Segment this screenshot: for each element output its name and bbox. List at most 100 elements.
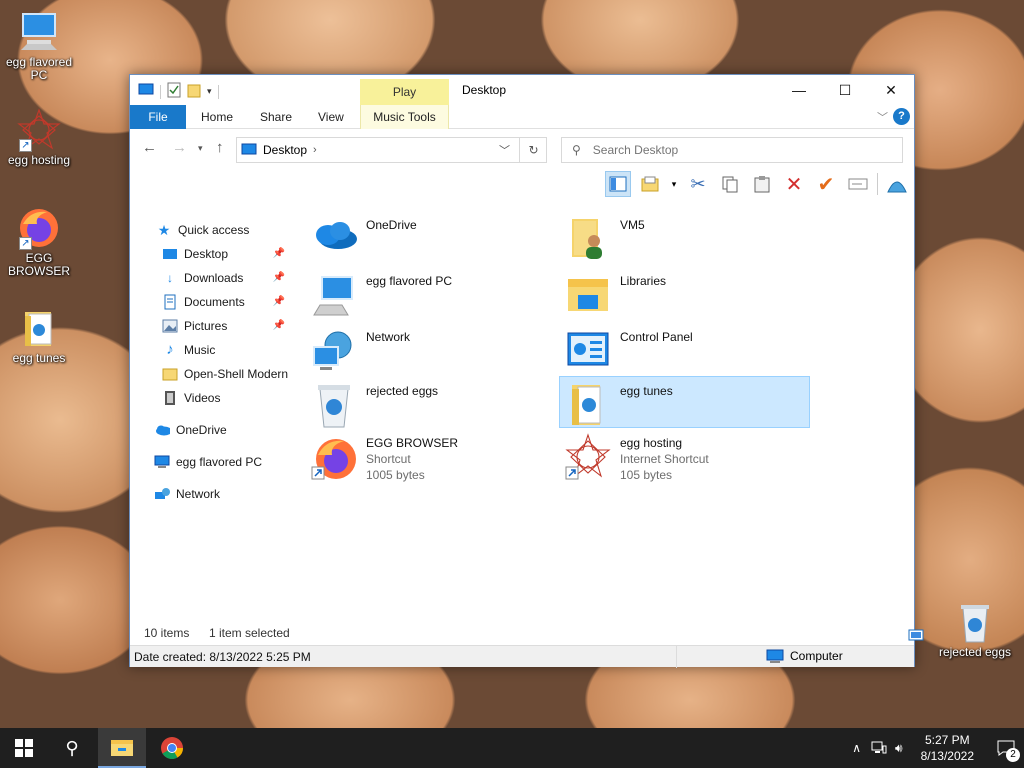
minimize-button[interactable]: — bbox=[776, 75, 822, 105]
copy-button[interactable] bbox=[717, 171, 743, 197]
delete-x-icon: ✕ bbox=[785, 173, 803, 196]
quick-access-toolbar: ▾ bbox=[138, 82, 219, 101]
cut-button[interactable]: ✂ bbox=[685, 171, 711, 197]
properties-icon[interactable] bbox=[167, 82, 181, 101]
notification-badge: 2 bbox=[1006, 748, 1020, 762]
nav-item-label: Documents bbox=[184, 295, 245, 309]
network-status-icon[interactable] bbox=[871, 740, 887, 757]
refresh-button[interactable]: ↻ bbox=[519, 137, 547, 163]
window-title: Desktop bbox=[462, 83, 507, 97]
nav-item-network[interactable]: Network bbox=[130, 483, 295, 505]
desktop-icon-egg-browser[interactable]: ↗ EGG BROWSER bbox=[1, 206, 77, 278]
delete-button[interactable]: ✕ bbox=[781, 171, 807, 197]
file-item-name: OneDrive bbox=[366, 218, 417, 232]
start-button[interactable] bbox=[0, 728, 48, 768]
file-item-rejected-eggs[interactable]: rejected eggs bbox=[306, 377, 556, 429]
forward-arrow-icon[interactable]: → bbox=[172, 139, 187, 156]
volume-icon[interactable]: 🔊︎ bbox=[895, 741, 903, 756]
recent-locations-icon[interactable]: ▾ bbox=[198, 143, 203, 154]
toolbar-divider bbox=[217, 84, 219, 99]
help-icon[interactable]: ? bbox=[893, 108, 910, 125]
tab-music-tools[interactable]: Music Tools bbox=[360, 105, 449, 129]
preview-pane-button[interactable] bbox=[637, 171, 663, 197]
tab-share[interactable]: Share bbox=[246, 105, 306, 129]
breadcrumb-desktop[interactable]: Desktop bbox=[263, 143, 307, 157]
tab-file[interactable]: File bbox=[130, 105, 186, 129]
file-item-egg-flavored-pc[interactable]: egg flavored PC bbox=[306, 267, 556, 319]
network-icon bbox=[310, 327, 358, 375]
pin-icon: 📌 bbox=[272, 296, 285, 307]
taskbar-chrome[interactable] bbox=[148, 728, 196, 768]
close-button[interactable]: ✕ bbox=[868, 75, 914, 105]
desktop-icon-egg-hosting[interactable]: ↗ egg hosting bbox=[1, 108, 77, 167]
nav-item-videos[interactable]: Videos bbox=[130, 387, 295, 409]
navigation-pane-button[interactable] bbox=[605, 171, 631, 197]
expand-ribbon-icon[interactable]: ﹀ bbox=[877, 109, 888, 125]
file-item-onedrive[interactable]: OneDrive bbox=[306, 211, 556, 263]
file-item-egg-browser[interactable]: EGG BROWSER Shortcut 1005 bytes bbox=[306, 429, 556, 487]
file-item-network[interactable]: Network bbox=[306, 323, 556, 375]
checkmark-icon: ✔ bbox=[817, 173, 835, 196]
libraries-icon bbox=[564, 271, 612, 319]
tab-view[interactable]: View bbox=[304, 105, 358, 129]
desktop-icon-rejected-eggs[interactable]: rejected eggs bbox=[936, 600, 1014, 659]
desktop-icon-egg-flavored-pc[interactable]: egg flavored PC bbox=[1, 10, 77, 82]
nav-item-quick-access[interactable]: ★ Quick access bbox=[130, 219, 295, 241]
recycle-bin-icon bbox=[953, 600, 997, 644]
breadcrumb-chevron-icon[interactable]: › bbox=[313, 144, 317, 156]
large-icons-view-icon[interactable] bbox=[908, 629, 924, 644]
open-shell-button[interactable] bbox=[884, 171, 910, 197]
clock-date: 8/13/2022 bbox=[920, 749, 974, 763]
picture-icon bbox=[162, 318, 178, 334]
desktop-icon-egg-tunes[interactable]: egg tunes bbox=[1, 306, 77, 365]
search-box[interactable]: ⚲ bbox=[561, 137, 903, 163]
nav-item-onedrive[interactable]: OneDrive bbox=[130, 419, 295, 441]
nav-item-label: Network bbox=[176, 487, 221, 501]
cloud-icon bbox=[154, 422, 170, 438]
nav-item-music[interactable]: ♪ Music bbox=[130, 339, 295, 361]
file-item-egg-tunes[interactable]: egg tunes bbox=[559, 376, 810, 428]
customize-qat-icon[interactable]: ▾ bbox=[207, 86, 212, 97]
seashell-icon bbox=[887, 181, 907, 193]
file-item-control-panel[interactable]: Control Panel bbox=[560, 323, 810, 375]
rename-field-icon bbox=[848, 178, 868, 190]
nav-item-egg-flavored-pc[interactable]: egg flavored PC bbox=[130, 451, 295, 473]
file-item-egg-hosting[interactable]: egg hosting Internet Shortcut 105 bytes bbox=[560, 429, 810, 487]
nav-item-open-shell-modern[interactable]: Open-Shell Modern bbox=[130, 363, 295, 385]
view-dropdown-icon[interactable]: ▾ bbox=[669, 171, 679, 197]
maximize-button[interactable]: ☐ bbox=[822, 75, 868, 105]
folder-music-icon bbox=[17, 306, 61, 350]
address-bar[interactable]: Desktop › ﹀ bbox=[236, 137, 547, 163]
folder-icon bbox=[162, 366, 178, 382]
document-icon bbox=[162, 294, 178, 310]
nav-item-downloads[interactable]: ↓ Downloads 📌 bbox=[130, 267, 295, 289]
properties-button[interactable] bbox=[845, 171, 871, 197]
file-item-name: EGG BROWSER bbox=[366, 436, 459, 450]
clock[interactable]: 5:27 PM 8/13/2022 bbox=[921, 732, 974, 764]
file-item-libraries[interactable]: Libraries bbox=[560, 267, 810, 319]
search-input[interactable] bbox=[592, 143, 883, 157]
file-item-vm5[interactable]: VM5 bbox=[560, 211, 810, 263]
action-center-button[interactable]: 2 bbox=[988, 740, 1024, 762]
nav-item-label: Pictures bbox=[184, 319, 228, 333]
up-arrow-icon[interactable]: ↑ bbox=[216, 139, 224, 156]
rename-button[interactable]: ✔ bbox=[813, 171, 839, 197]
nav-item-desktop[interactable]: Desktop 📌 bbox=[130, 243, 295, 265]
taskbar-file-explorer[interactable] bbox=[98, 728, 146, 768]
tab-home[interactable]: Home bbox=[187, 105, 247, 129]
show-hidden-icons-icon[interactable]: ∧ bbox=[852, 741, 861, 755]
nav-item-pictures[interactable]: Pictures 📌 bbox=[130, 315, 295, 337]
windows-logo-icon bbox=[15, 739, 33, 757]
back-arrow-icon[interactable]: ← bbox=[142, 139, 157, 156]
file-item-name: egg hosting bbox=[620, 436, 683, 450]
taskbar-search-button[interactable]: ⚲ bbox=[48, 728, 96, 768]
address-dropdown-icon[interactable]: ﹀ bbox=[499, 142, 510, 158]
paste-button[interactable] bbox=[749, 171, 775, 197]
cloud-icon bbox=[310, 215, 358, 263]
new-folder-icon[interactable] bbox=[187, 82, 201, 101]
nav-item-label: Music bbox=[184, 343, 216, 357]
selection-count: 1 item selected bbox=[209, 626, 290, 640]
firefox-icon bbox=[310, 433, 358, 481]
nav-item-documents[interactable]: Documents 📌 bbox=[130, 291, 295, 313]
desktop-icon-label: egg tunes bbox=[12, 351, 66, 365]
